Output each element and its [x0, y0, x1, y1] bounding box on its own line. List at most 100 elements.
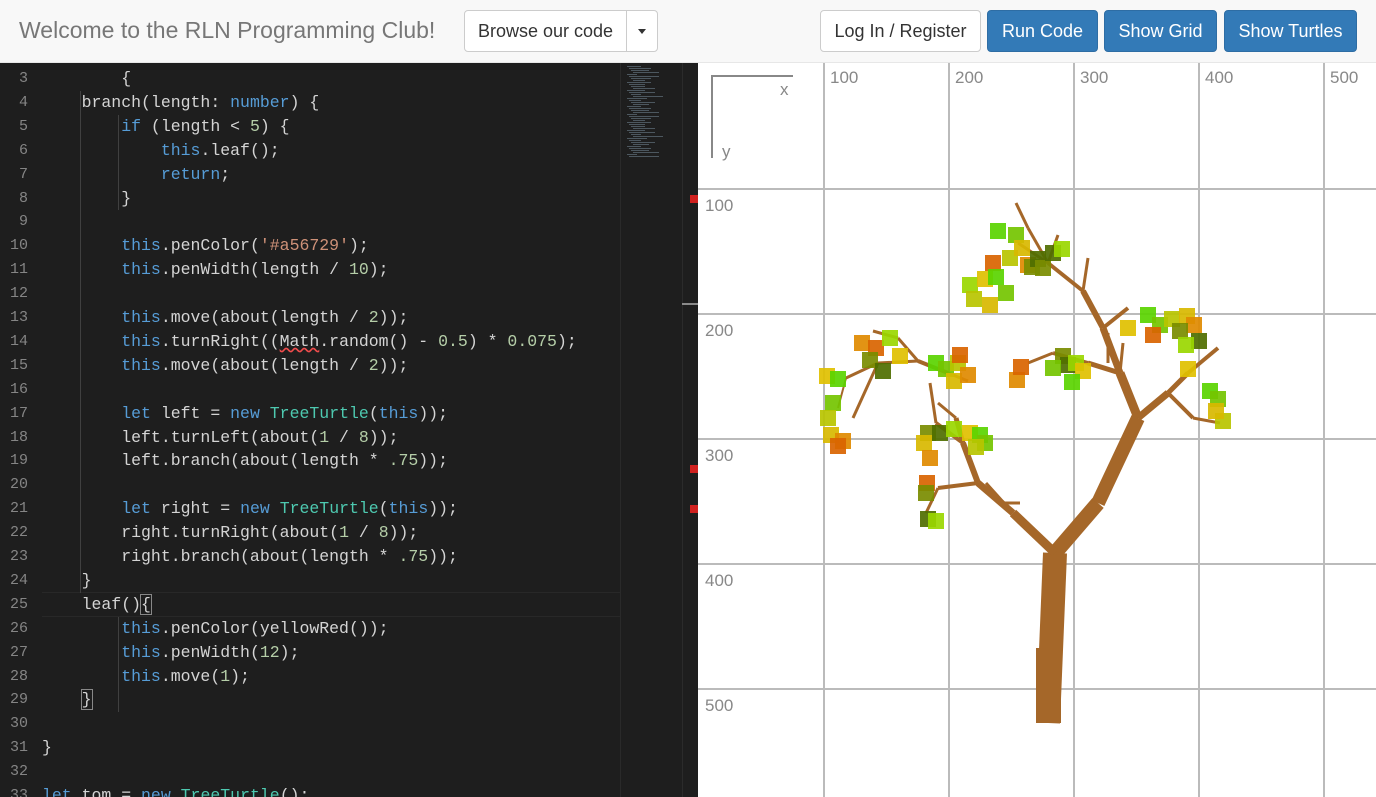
minimap-line	[631, 150, 649, 151]
code-line[interactable]: this.penColor(yellowRed());	[42, 617, 388, 641]
leaf	[962, 277, 978, 293]
line-number: 30	[9, 715, 28, 733]
turtle-canvas[interactable]: 100 200 300 400 500 100 200 300 400 500 x y	[698, 63, 1376, 797]
line-number: 8	[18, 189, 28, 207]
code-line[interactable]: this.move(about(length / 2));	[42, 306, 408, 330]
code-token: }	[42, 738, 52, 758]
error-marker	[690, 505, 698, 513]
code-line[interactable]: branch(length: number) {	[42, 91, 320, 115]
minimap-line	[631, 134, 641, 135]
code-line[interactable]: left.branch(about(length * .75));	[42, 449, 448, 473]
login-register-button[interactable]: Log In / Register	[820, 10, 981, 52]
code-token: ();	[279, 786, 310, 797]
leaf	[875, 363, 891, 379]
minimap-line	[627, 130, 645, 131]
code-line[interactable]: }	[42, 688, 93, 712]
tree-branch	[1014, 202, 1030, 229]
brand-title[interactable]: Welcome to the RLN Programming Club!	[19, 17, 435, 44]
indent-guide	[118, 114, 119, 211]
leaf	[968, 439, 984, 455]
code-line[interactable]: this.penWidth(length / 10);	[42, 258, 388, 282]
line-number: 32	[9, 763, 28, 781]
axis-y-label: y	[722, 142, 731, 161]
code-line[interactable]: return;	[42, 163, 230, 187]
code-line[interactable]: {	[42, 67, 131, 91]
code-token: this	[121, 236, 161, 256]
leaf	[1145, 327, 1161, 343]
code-token: this	[121, 642, 161, 662]
browse-code-button[interactable]: Browse our code	[464, 10, 627, 52]
line-number: 22	[9, 524, 28, 542]
code-line[interactable]: left.turnLeft(about(1 / 8));	[42, 426, 398, 450]
y-tick-label: 500	[705, 696, 733, 715]
code-area[interactable]: { branch(length: number) { if (length < …	[42, 63, 620, 797]
tree-branch	[1115, 371, 1143, 420]
code-token: .penColor(	[160, 236, 260, 256]
code-token: this	[121, 618, 161, 638]
code-token: this	[121, 666, 161, 686]
code-line[interactable]: }	[42, 569, 92, 593]
code-token: this	[388, 499, 429, 519]
code-line[interactable]: this.leaf();	[42, 139, 280, 163]
show-grid-button[interactable]: Show Grid	[1104, 10, 1217, 52]
indent-guide	[80, 90, 81, 593]
code-line[interactable]: this.turnRight((Math.random() - 0.5) * 0…	[42, 330, 577, 354]
code-token: right =	[150, 499, 241, 519]
leaf	[1180, 361, 1196, 377]
scrollbar-thumb[interactable]	[682, 303, 698, 305]
tree-branch	[937, 481, 979, 490]
code-token: 1	[220, 666, 231, 686]
code-line[interactable]: leaf(){	[42, 593, 152, 617]
line-number: 13	[9, 309, 28, 326]
code-line[interactable]: right.branch(about(length * .75));	[42, 545, 458, 569]
leaf	[960, 367, 976, 383]
code-line[interactable]: right.turnRight(about(1 / 8));	[42, 521, 418, 545]
browse-dropdown-toggle[interactable]	[626, 10, 658, 52]
minimap-line	[629, 124, 645, 125]
line-number: 4	[18, 93, 28, 111]
code-line[interactable]: let left = new TreeTurtle(this));	[42, 402, 448, 426]
minimap-line	[631, 78, 651, 79]
leaf	[998, 285, 1014, 301]
leaf	[825, 395, 841, 411]
code-token: new	[240, 499, 270, 519]
code-token: ));	[418, 451, 448, 471]
minimap-line	[629, 116, 659, 117]
minimap-line	[627, 74, 637, 75]
leaf	[1120, 320, 1136, 336]
editor-scrollbar[interactable]	[682, 63, 698, 797]
minimap-line	[629, 132, 655, 133]
leaf	[854, 335, 870, 351]
y-tick-label: 200	[705, 321, 733, 340]
code-line[interactable]: this.penColor('#a56729');	[42, 234, 369, 258]
code-line[interactable]: this.move(1);	[42, 665, 250, 689]
code-line[interactable]: let tom = new TreeTurtle();	[42, 784, 309, 797]
show-turtles-button[interactable]: Show Turtles	[1224, 10, 1357, 52]
code-line[interactable]: }	[42, 736, 52, 760]
run-code-button[interactable]: Run Code	[987, 10, 1098, 52]
x-tick-label: 400	[1205, 68, 1233, 87]
x-tick-label: 100	[830, 68, 858, 87]
code-token: this	[121, 355, 161, 375]
code-editor[interactable]: 3 4 5 6 7 8 9 10 11 12 13 14 15 16 17 18 19 20 21 22 23 24 25 2…	[0, 63, 698, 797]
code-line[interactable]: let right = new TreeTurtle(this));	[42, 497, 458, 521]
indent-guide	[118, 616, 119, 713]
code-line[interactable]: this.move(about(length / 2));	[42, 354, 408, 378]
code-token: (	[378, 499, 389, 519]
code-token: let	[121, 403, 151, 423]
minimap[interactable]	[620, 63, 683, 797]
line-number: 12	[9, 285, 28, 303]
minimap-line	[631, 94, 641, 95]
line-number: 23	[9, 548, 28, 565]
code-token: .turnRight((	[160, 331, 280, 351]
leaf	[1178, 337, 1194, 353]
code-line[interactable]: this.penWidth(12);	[42, 641, 299, 665]
minimap-line	[627, 146, 641, 147]
code-token: this	[378, 403, 419, 423]
code-token: 0.5	[438, 331, 468, 351]
